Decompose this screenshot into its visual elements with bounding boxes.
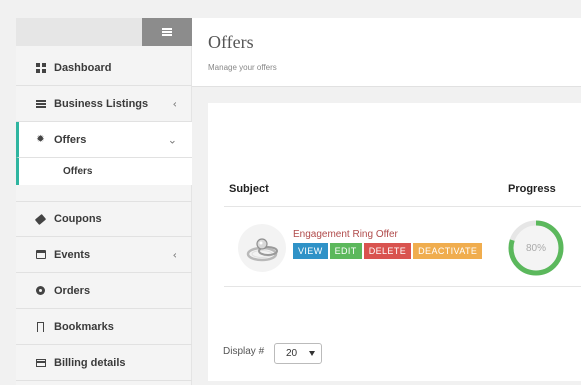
- chevron-left-icon: ‹: [172, 97, 177, 110]
- tag-icon: [34, 213, 47, 225]
- sidebar-item-business-listings[interactable]: Business Listings ‹: [16, 86, 192, 122]
- page-header: Offers Manage your offers: [192, 18, 581, 87]
- column-header-progress: Progress: [508, 183, 556, 195]
- sidebar-item-label: Bookmarks: [54, 320, 114, 333]
- sidebar-item-label: Business Listings: [54, 97, 149, 110]
- offers-panel: Subject Progress Engagement Ring Offer V…: [208, 103, 581, 381]
- page-subtitle: Manage your offers: [208, 63, 277, 72]
- sidebar-item-offers[interactable]: ✹ Offers ⌄: [16, 122, 192, 158]
- chevron-down-icon: ⌄: [167, 133, 177, 146]
- deactivate-button[interactable]: DEACTIVATE: [413, 243, 483, 259]
- sidebar-item-label: Events: [54, 248, 91, 261]
- gear-icon: [35, 285, 46, 296]
- delete-button[interactable]: DELETE: [363, 243, 412, 259]
- sidebar: Dashboard Business Listings ‹ ✹ Offers ⌄…: [16, 18, 192, 385]
- sidebar-header: [16, 18, 192, 46]
- view-button[interactable]: VIEW: [293, 243, 328, 259]
- sidebar-item-coupons[interactable]: Coupons: [16, 201, 192, 237]
- caret-down-icon: [309, 351, 315, 356]
- calendar-icon: [35, 249, 46, 260]
- sidebar-item-billing-details[interactable]: Billing details: [16, 345, 192, 381]
- header-divider: [224, 206, 581, 207]
- display-count-value: 20: [286, 348, 298, 359]
- bookmark-icon: [35, 321, 46, 333]
- hamburger-icon: [162, 28, 172, 36]
- sidebar-item-label: Orders: [54, 284, 91, 297]
- column-header-subject: Subject: [229, 183, 269, 195]
- sidebar-item-dashboard[interactable]: Dashboard: [16, 50, 192, 86]
- gear-icon: ✹: [36, 133, 45, 145]
- offer-thumbnail: [238, 224, 286, 272]
- list-icon: [35, 98, 46, 109]
- display-count-label: Display #: [223, 346, 265, 357]
- row-divider: [224, 286, 581, 287]
- sidebar-item-orders[interactable]: Orders: [16, 273, 192, 309]
- menu-toggle-button[interactable]: [142, 18, 192, 46]
- card-icon: [35, 357, 46, 368]
- dashboard-icon: [35, 62, 46, 73]
- progress-circle: 80%: [507, 219, 565, 277]
- ring-image: [246, 238, 278, 262]
- sidebar-item-label: Offers: [54, 133, 87, 146]
- offer-title-link[interactable]: Engagement Ring Offer: [293, 229, 398, 240]
- sidebar-item-label: Billing details: [54, 356, 126, 369]
- page-title: Offers: [208, 32, 254, 52]
- edit-button[interactable]: EDIT: [329, 243, 362, 259]
- chevron-left-icon: ‹: [172, 248, 177, 261]
- offer-actions: VIEW EDIT DELETE DEACTIVATE: [293, 243, 483, 259]
- sidebar-subitem-label: Offers: [63, 166, 93, 177]
- progress-label: 80%: [525, 242, 546, 254]
- sidebar-subitem-offers[interactable]: Offers: [16, 158, 192, 185]
- sidebar-item-label: Dashboard: [54, 61, 112, 74]
- sidebar-item-bookmarks[interactable]: Bookmarks: [16, 309, 192, 345]
- sidebar-item-label: Coupons: [54, 213, 102, 225]
- display-count-select[interactable]: 20: [274, 343, 322, 364]
- sidebar-item-events[interactable]: Events ‹: [16, 237, 192, 273]
